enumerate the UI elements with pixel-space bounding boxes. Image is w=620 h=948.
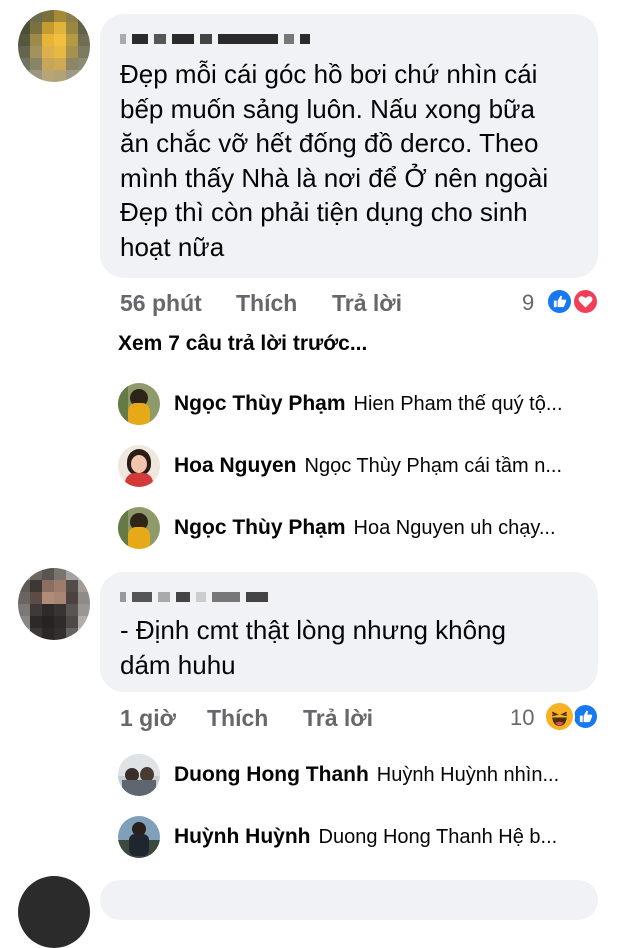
- reply-snippet: Hien Pham thế quý tộ...: [353, 392, 563, 415]
- reply-row[interactable]: Huỳnh Huỳnh Duong Hong Thanh Hệ b...: [118, 815, 608, 859]
- haha-icon[interactable]: [544, 701, 575, 732]
- comment-time[interactable]: 1 giờ: [120, 705, 176, 732]
- like-icon[interactable]: [546, 288, 573, 315]
- commenter-name-redacted[interactable]: [120, 32, 310, 46]
- comment-text: - Định cmt thật lòng nhưng không dám huh…: [120, 615, 506, 680]
- love-icon[interactable]: [572, 288, 599, 315]
- reply-row[interactable]: Ngọc Thùy Phạm Hien Pham thế quý tộ...: [118, 382, 608, 426]
- avatar[interactable]: [118, 816, 160, 858]
- reply-row[interactable]: Duong Hong Thanh Huỳnh Huỳnh nhìn...: [118, 753, 608, 797]
- reply-row[interactable]: Hoa Nguyen Ngọc Thùy Phạm cái tầm n...: [118, 444, 608, 488]
- reply-snippet: Duong Hong Thanh Hệ b...: [318, 825, 558, 848]
- avatar[interactable]: [118, 754, 160, 796]
- like-button[interactable]: Thích: [236, 290, 297, 317]
- reply-snippet: Ngọc Thùy Phạm cái tầm n...: [304, 454, 563, 477]
- comment-text: Đẹp mỗi cái góc hồ bơi chứ nhìn cái bếp …: [120, 59, 549, 262]
- reaction-count[interactable]: 10: [510, 705, 534, 731]
- reply-author[interactable]: Duong Hong Thanh: [174, 763, 369, 787]
- reply-snippet: Hoa Nguyen uh chạy...: [353, 516, 556, 539]
- comment-time[interactable]: 56 phút: [120, 290, 202, 317]
- reply-row[interactable]: Ngọc Thùy Phạm Hoa Nguyen uh chạy...: [118, 506, 608, 550]
- avatar[interactable]: [118, 445, 160, 487]
- reply-snippet: Huỳnh Huỳnh nhìn...: [376, 763, 560, 786]
- like-button[interactable]: Thích: [207, 705, 268, 732]
- reply-button[interactable]: Trả lời: [332, 290, 402, 317]
- reply-author[interactable]: Hoa Nguyen: [174, 454, 297, 478]
- view-more-replies[interactable]: Xem 7 câu trả lời trước...: [118, 332, 367, 356]
- avatar[interactable]: [118, 383, 160, 425]
- reaction-count[interactable]: 9: [522, 290, 534, 316]
- reply-button[interactable]: Trả lời: [303, 705, 373, 732]
- like-icon[interactable]: [572, 703, 599, 730]
- commenter-avatar-blurred[interactable]: [18, 10, 90, 82]
- comment-bubble-partial: [100, 880, 598, 920]
- commenter-name-redacted[interactable]: [120, 590, 268, 604]
- avatar[interactable]: [118, 507, 160, 549]
- reply-author[interactable]: Ngọc Thùy Phạm: [174, 516, 346, 540]
- commenter-avatar-partial[interactable]: [18, 876, 90, 948]
- commenter-avatar-blurred[interactable]: [18, 568, 90, 640]
- reply-author[interactable]: Huỳnh Huỳnh: [174, 825, 311, 849]
- reply-author[interactable]: Ngọc Thùy Phạm: [174, 392, 346, 416]
